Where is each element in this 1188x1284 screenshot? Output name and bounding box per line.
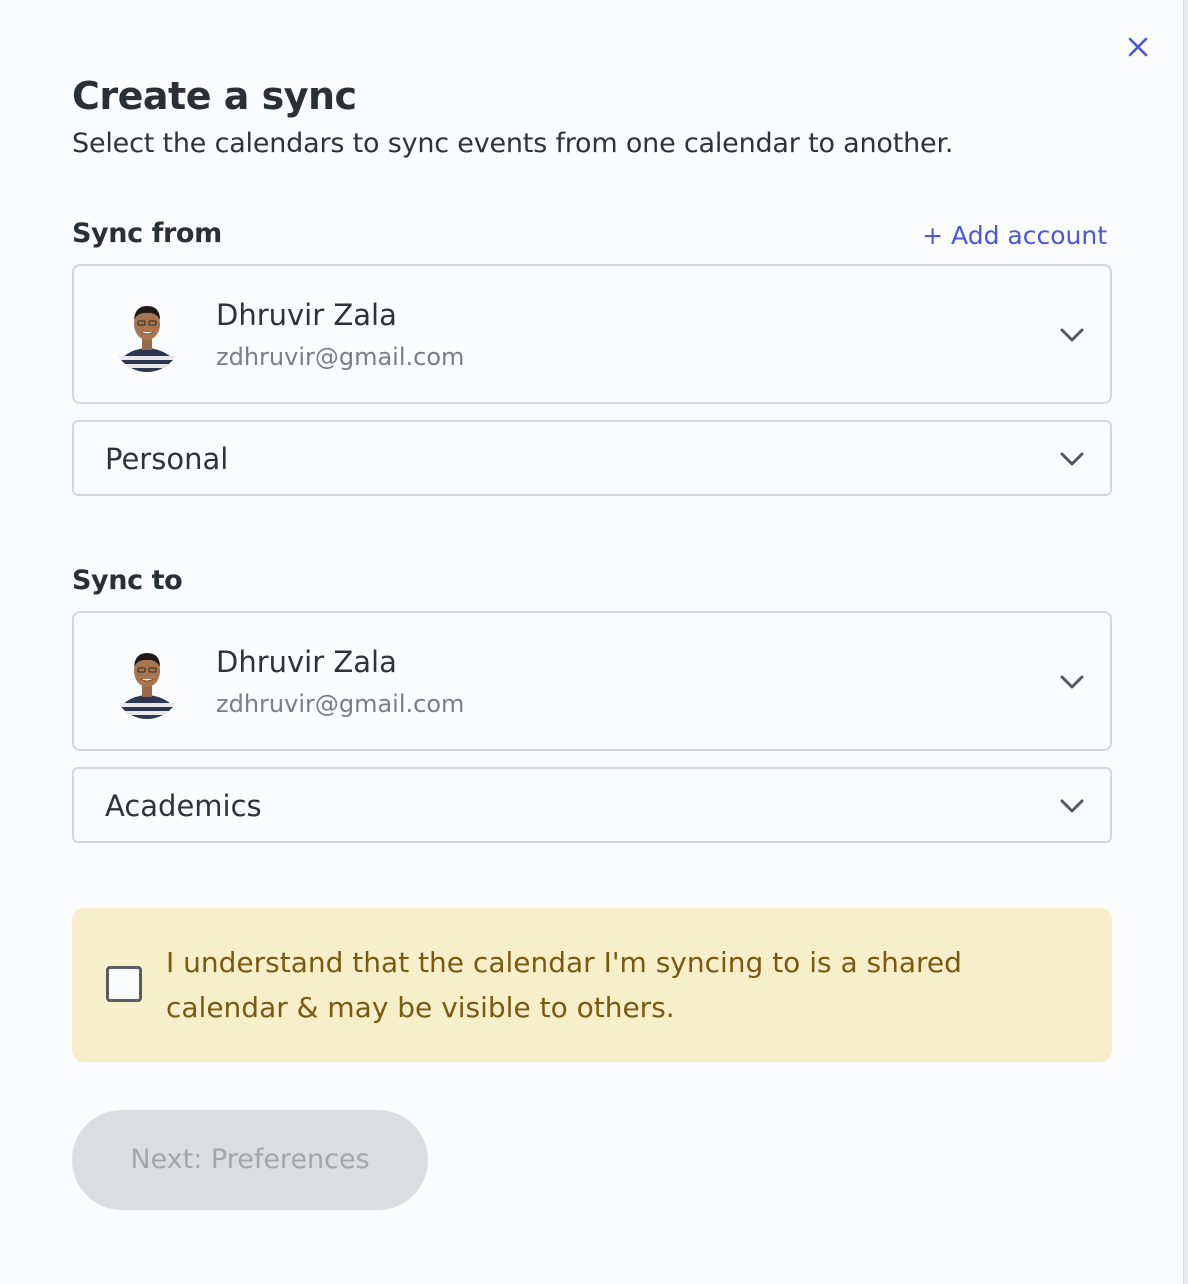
dialog-title: Create a sync: [72, 74, 357, 118]
dialog-subtitle: Select the calendars to sync events from…: [72, 128, 954, 159]
notice-text-line: calendar & may be visible to others.: [166, 991, 675, 1024]
sync-to-account-select[interactable]: Dhruvir Zala zdhruvir@gmail.com: [72, 611, 1112, 751]
selected-calendar: Personal: [105, 442, 229, 476]
acknowledge-checkbox[interactable]: [106, 966, 142, 1002]
sync-from-account-select[interactable]: Dhruvir Zala zdhruvir@gmail.com: [72, 264, 1112, 404]
close-button[interactable]: [1124, 33, 1152, 61]
add-account-link[interactable]: + Add account: [922, 219, 1107, 253]
account-name: Dhruvir Zala: [216, 298, 397, 332]
next-preferences-button[interactable]: Next: Preferences: [72, 1110, 428, 1210]
shared-calendar-notice: I understand that the calendar I'm synci…: [72, 908, 1112, 1062]
chevron-down-icon: [1060, 452, 1084, 466]
avatar: [113, 651, 181, 719]
account-email: zdhruvir@gmail.com: [216, 690, 465, 718]
sync-from-label: Sync from: [72, 218, 222, 249]
notice-text-line: I understand that the calendar I'm synci…: [166, 946, 962, 979]
add-account-label: + Add account: [922, 221, 1107, 250]
sync-from-calendar-select[interactable]: Personal: [72, 420, 1112, 496]
create-sync-dialog: Create a sync Select the calendars to sy…: [0, 0, 1184, 1284]
chevron-down-icon: [1060, 675, 1084, 689]
sync-to-calendar-select[interactable]: Academics: [72, 767, 1112, 843]
chevron-down-icon: [1060, 799, 1084, 813]
sync-to-label: Sync to: [72, 565, 183, 596]
avatar: [113, 304, 181, 372]
account-name: Dhruvir Zala: [216, 645, 397, 679]
chevron-down-icon: [1060, 328, 1084, 342]
close-icon: [1128, 37, 1148, 57]
notice-text: I understand that the calendar I'm synci…: [166, 940, 1066, 1030]
account-email: zdhruvir@gmail.com: [216, 343, 465, 371]
selected-calendar: Academics: [105, 789, 262, 823]
